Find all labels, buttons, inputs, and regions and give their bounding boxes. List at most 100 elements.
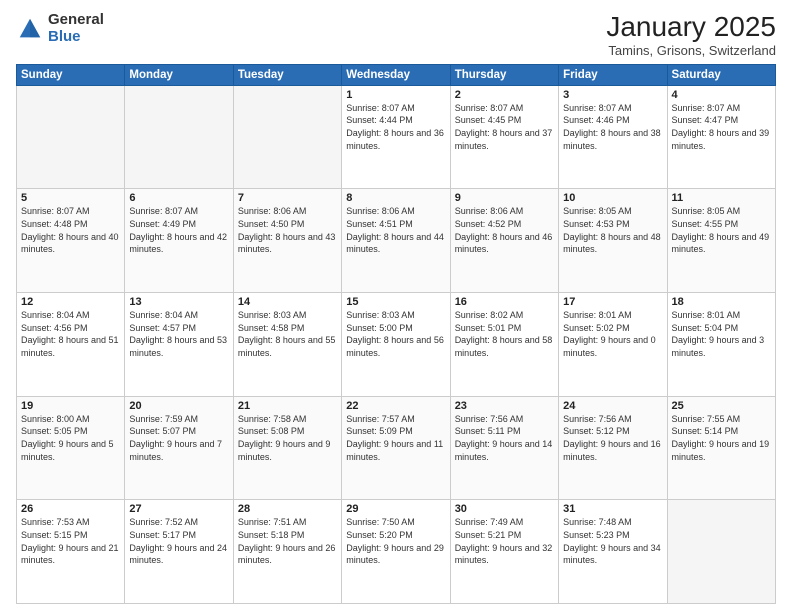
- calendar-cell: 17Sunrise: 8:01 AM Sunset: 5:02 PM Dayli…: [559, 293, 667, 397]
- calendar-cell: 12Sunrise: 8:04 AM Sunset: 4:56 PM Dayli…: [17, 293, 125, 397]
- weekday-header: Tuesday: [233, 64, 341, 85]
- day-info: Sunrise: 8:04 AM Sunset: 4:56 PM Dayligh…: [21, 309, 120, 359]
- calendar-cell: 2Sunrise: 8:07 AM Sunset: 4:45 PM Daylig…: [450, 85, 558, 189]
- day-info: Sunrise: 8:07 AM Sunset: 4:49 PM Dayligh…: [129, 205, 228, 255]
- day-number: 21: [238, 400, 337, 412]
- day-info: Sunrise: 8:07 AM Sunset: 4:46 PM Dayligh…: [563, 102, 662, 152]
- calendar-cell: 29Sunrise: 7:50 AM Sunset: 5:20 PM Dayli…: [342, 500, 450, 604]
- day-number: 4: [672, 89, 771, 101]
- day-info: Sunrise: 8:07 AM Sunset: 4:44 PM Dayligh…: [346, 102, 445, 152]
- calendar-cell: 4Sunrise: 8:07 AM Sunset: 4:47 PM Daylig…: [667, 85, 775, 189]
- day-number: 28: [238, 503, 337, 515]
- day-info: Sunrise: 7:53 AM Sunset: 5:15 PM Dayligh…: [21, 516, 120, 566]
- day-info: Sunrise: 8:03 AM Sunset: 4:58 PM Dayligh…: [238, 309, 337, 359]
- calendar-cell: 6Sunrise: 8:07 AM Sunset: 4:49 PM Daylig…: [125, 189, 233, 293]
- day-info: Sunrise: 8:05 AM Sunset: 4:53 PM Dayligh…: [563, 205, 662, 255]
- day-info: Sunrise: 8:06 AM Sunset: 4:52 PM Dayligh…: [455, 205, 554, 255]
- day-number: 5: [21, 192, 120, 204]
- day-info: Sunrise: 8:01 AM Sunset: 5:02 PM Dayligh…: [563, 309, 662, 359]
- header: General Blue January 2025 Tamins, Grison…: [16, 12, 776, 58]
- day-number: 18: [672, 296, 771, 308]
- day-info: Sunrise: 7:52 AM Sunset: 5:17 PM Dayligh…: [129, 516, 228, 566]
- calendar-cell: 5Sunrise: 8:07 AM Sunset: 4:48 PM Daylig…: [17, 189, 125, 293]
- calendar-subtitle: Tamins, Grisons, Switzerland: [606, 43, 776, 58]
- calendar-week-row: 19Sunrise: 8:00 AM Sunset: 5:05 PM Dayli…: [17, 396, 776, 500]
- calendar-cell: 27Sunrise: 7:52 AM Sunset: 5:17 PM Dayli…: [125, 500, 233, 604]
- day-info: Sunrise: 8:01 AM Sunset: 5:04 PM Dayligh…: [672, 309, 771, 359]
- day-info: Sunrise: 7:58 AM Sunset: 5:08 PM Dayligh…: [238, 413, 337, 463]
- day-number: 23: [455, 400, 554, 412]
- day-number: 2: [455, 89, 554, 101]
- day-info: Sunrise: 7:50 AM Sunset: 5:20 PM Dayligh…: [346, 516, 445, 566]
- weekday-header-row: SundayMondayTuesdayWednesdayThursdayFrid…: [17, 64, 776, 85]
- day-info: Sunrise: 8:07 AM Sunset: 4:48 PM Dayligh…: [21, 205, 120, 255]
- weekday-header: Thursday: [450, 64, 558, 85]
- day-info: Sunrise: 8:07 AM Sunset: 4:45 PM Dayligh…: [455, 102, 554, 152]
- calendar-cell: [667, 500, 775, 604]
- weekday-header: Monday: [125, 64, 233, 85]
- day-number: 27: [129, 503, 228, 515]
- day-number: 8: [346, 192, 445, 204]
- calendar-cell: 3Sunrise: 8:07 AM Sunset: 4:46 PM Daylig…: [559, 85, 667, 189]
- calendar-week-row: 5Sunrise: 8:07 AM Sunset: 4:48 PM Daylig…: [17, 189, 776, 293]
- title-block: January 2025 Tamins, Grisons, Switzerlan…: [606, 12, 776, 58]
- calendar-table: SundayMondayTuesdayWednesdayThursdayFrid…: [16, 64, 776, 604]
- calendar-cell: 24Sunrise: 7:56 AM Sunset: 5:12 PM Dayli…: [559, 396, 667, 500]
- logo-icon: [16, 15, 44, 43]
- day-number: 12: [21, 296, 120, 308]
- calendar-cell: 13Sunrise: 8:04 AM Sunset: 4:57 PM Dayli…: [125, 293, 233, 397]
- day-number: 7: [238, 192, 337, 204]
- calendar-cell: 9Sunrise: 8:06 AM Sunset: 4:52 PM Daylig…: [450, 189, 558, 293]
- weekday-header: Friday: [559, 64, 667, 85]
- calendar-cell: 19Sunrise: 8:00 AM Sunset: 5:05 PM Dayli…: [17, 396, 125, 500]
- day-info: Sunrise: 7:56 AM Sunset: 5:12 PM Dayligh…: [563, 413, 662, 463]
- weekday-header: Sunday: [17, 64, 125, 85]
- calendar-cell: 15Sunrise: 8:03 AM Sunset: 5:00 PM Dayli…: [342, 293, 450, 397]
- day-number: 26: [21, 503, 120, 515]
- day-info: Sunrise: 8:03 AM Sunset: 5:00 PM Dayligh…: [346, 309, 445, 359]
- day-number: 19: [21, 400, 120, 412]
- calendar-cell: 28Sunrise: 7:51 AM Sunset: 5:18 PM Dayli…: [233, 500, 341, 604]
- calendar-cell: 1Sunrise: 8:07 AM Sunset: 4:44 PM Daylig…: [342, 85, 450, 189]
- day-info: Sunrise: 7:59 AM Sunset: 5:07 PM Dayligh…: [129, 413, 228, 463]
- day-info: Sunrise: 8:07 AM Sunset: 4:47 PM Dayligh…: [672, 102, 771, 152]
- day-info: Sunrise: 7:57 AM Sunset: 5:09 PM Dayligh…: [346, 413, 445, 463]
- day-info: Sunrise: 8:04 AM Sunset: 4:57 PM Dayligh…: [129, 309, 228, 359]
- calendar-cell: 30Sunrise: 7:49 AM Sunset: 5:21 PM Dayli…: [450, 500, 558, 604]
- day-number: 24: [563, 400, 662, 412]
- calendar-cell: 10Sunrise: 8:05 AM Sunset: 4:53 PM Dayli…: [559, 189, 667, 293]
- calendar-cell: 23Sunrise: 7:56 AM Sunset: 5:11 PM Dayli…: [450, 396, 558, 500]
- day-number: 30: [455, 503, 554, 515]
- calendar-cell: 22Sunrise: 7:57 AM Sunset: 5:09 PM Dayli…: [342, 396, 450, 500]
- calendar-cell: 26Sunrise: 7:53 AM Sunset: 5:15 PM Dayli…: [17, 500, 125, 604]
- calendar-cell: 20Sunrise: 7:59 AM Sunset: 5:07 PM Dayli…: [125, 396, 233, 500]
- day-number: 6: [129, 192, 228, 204]
- calendar-cell: 18Sunrise: 8:01 AM Sunset: 5:04 PM Dayli…: [667, 293, 775, 397]
- day-info: Sunrise: 7:51 AM Sunset: 5:18 PM Dayligh…: [238, 516, 337, 566]
- day-number: 17: [563, 296, 662, 308]
- calendar-cell: 8Sunrise: 8:06 AM Sunset: 4:51 PM Daylig…: [342, 189, 450, 293]
- calendar-cell: 31Sunrise: 7:48 AM Sunset: 5:23 PM Dayli…: [559, 500, 667, 604]
- calendar-cell: 21Sunrise: 7:58 AM Sunset: 5:08 PM Dayli…: [233, 396, 341, 500]
- calendar-title: January 2025: [606, 12, 776, 43]
- weekday-header: Wednesday: [342, 64, 450, 85]
- logo-general-text: General: [48, 12, 104, 29]
- day-number: 3: [563, 89, 662, 101]
- day-number: 29: [346, 503, 445, 515]
- logo-text: General Blue: [48, 12, 104, 45]
- day-number: 1: [346, 89, 445, 101]
- day-number: 16: [455, 296, 554, 308]
- logo: General Blue: [16, 12, 104, 45]
- page: General Blue January 2025 Tamins, Grison…: [0, 0, 792, 612]
- day-info: Sunrise: 8:06 AM Sunset: 4:51 PM Dayligh…: [346, 205, 445, 255]
- day-info: Sunrise: 7:56 AM Sunset: 5:11 PM Dayligh…: [455, 413, 554, 463]
- logo-blue-text: Blue: [48, 29, 104, 46]
- calendar-cell: 14Sunrise: 8:03 AM Sunset: 4:58 PM Dayli…: [233, 293, 341, 397]
- day-number: 9: [455, 192, 554, 204]
- day-info: Sunrise: 7:48 AM Sunset: 5:23 PM Dayligh…: [563, 516, 662, 566]
- day-number: 20: [129, 400, 228, 412]
- calendar-week-row: 26Sunrise: 7:53 AM Sunset: 5:15 PM Dayli…: [17, 500, 776, 604]
- day-number: 25: [672, 400, 771, 412]
- calendar-cell: [17, 85, 125, 189]
- day-number: 13: [129, 296, 228, 308]
